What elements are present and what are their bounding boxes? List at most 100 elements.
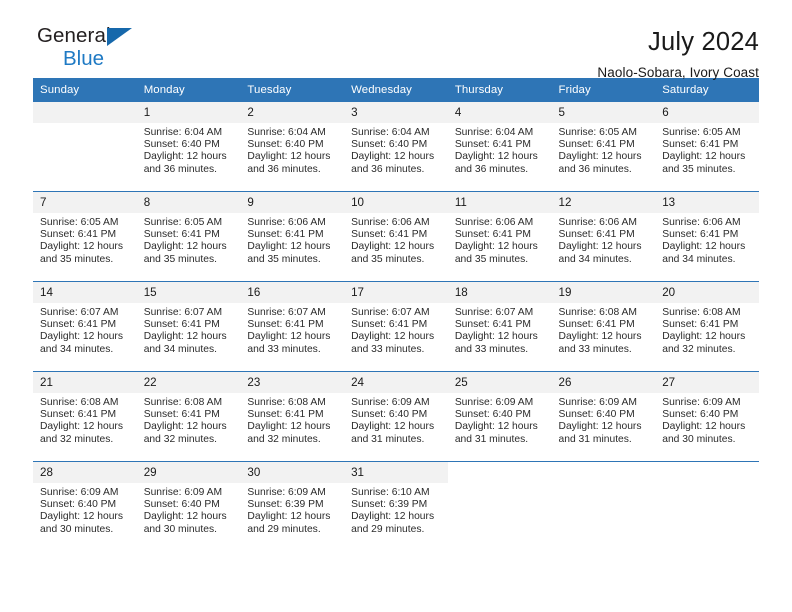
sunset-text: Sunset: 6:41 PM: [558, 319, 635, 331]
calendar-day-cell[interactable]: 10 Sunrise: 6:06 AM Sunset: 6:41 PM Dayligh…: [344, 191, 448, 282]
day-sun-info: Sunrise: 6:09 AM Sunset: 6:40 PM Daylight:…: [33, 483, 137, 536]
generalblue-logo[interactable]: General Blue: [33, 25, 183, 82]
daylight-text-line1: Daylight: 12 hours: [662, 331, 746, 343]
day-cell-content: 24 Sunrise: 6:09 AM Sunset: 6:40 PM Dayligh…: [344, 372, 448, 461]
sunrise-text: Sunrise: 6:09 AM: [662, 397, 741, 408]
sunrise-text: Sunrise: 6:05 AM: [40, 217, 119, 228]
daylight-text-line1: Daylight: 12 hours: [558, 331, 642, 343]
sunrise-text: Sunrise: 6:06 AM: [351, 217, 430, 228]
calendar-day-cell[interactable]: 17 Sunrise: 6:07 AM Sunset: 6:41 PM Dayligh…: [344, 281, 448, 372]
sunrise-text: Sunrise: 6:05 AM: [143, 217, 223, 228]
day-number: 30: [240, 462, 345, 483]
day-cell-content: [655, 462, 759, 551]
calendar-day-cell[interactable]: 1 Sunrise: 6:04 AM Sunset: 6:40 PM Daylight…: [136, 102, 241, 192]
calendar-day-cell[interactable]: 29 Sunrise: 6:09 AM Sunset: 6:40 PM Dayligh…: [136, 461, 241, 551]
sunrise-text: Sunrise: 6:08 AM: [558, 307, 637, 318]
daylight-text-line2: and 33 minutes.: [247, 343, 321, 355]
calendar-day-cell[interactable]: [447, 461, 552, 551]
calendar-day-cell[interactable]: 11 Sunrise: 6:06 AM Sunset: 6:41 PM Dayligh…: [447, 191, 552, 282]
calendar-day-cell[interactable]: 25 Sunrise: 6:09 AM Sunset: 6:40 PM Dayligh…: [447, 371, 552, 462]
day-sun-info: Sunrise: 6:05 AM Sunset: 6:41 PM Daylight:…: [552, 123, 656, 176]
daylight-text-line2: and 35 minutes.: [454, 253, 529, 265]
calendar-day-cell[interactable]: [551, 461, 656, 551]
daylight-text-line1: Daylight: 12 hours: [40, 331, 123, 343]
calendar-day-cell[interactable]: 18 Sunrise: 6:07 AM Sunset: 6:41 PM Dayligh…: [447, 281, 552, 372]
sunrise-text: Sunrise: 6:04 AM: [143, 127, 223, 138]
calendar-day-cell[interactable]: 16 Sunrise: 6:07 AM Sunset: 6:41 PM Dayligh…: [240, 281, 345, 372]
calendar-day-cell[interactable]: 22 Sunrise: 6:08 AM Sunset: 6:41 PM Dayligh…: [136, 371, 241, 462]
calendar-day-cell[interactable]: 5 Sunrise: 6:05 AM Sunset: 6:41 PM Daylight…: [551, 102, 656, 192]
calendar-day-cell[interactable]: 20 Sunrise: 6:08 AM Sunset: 6:41 PM Dayligh…: [655, 281, 759, 372]
daylight-text-line2: and 36 minutes.: [351, 163, 425, 175]
calendar-day-cell[interactable]: 9 Sunrise: 6:06 AM Sunset: 6:41 PM Daylight…: [240, 191, 345, 282]
calendar-day-cell[interactable]: [33, 102, 137, 192]
day-cell-content: 22 Sunrise: 6:08 AM Sunset: 6:41 PM Dayligh…: [136, 372, 241, 461]
daylight-text-line1: Daylight: 12 hours: [351, 511, 435, 523]
calendar-day-cell[interactable]: 3 Sunrise: 6:04 AM Sunset: 6:40 PM Daylight…: [344, 102, 448, 192]
day-cell-content: 26 Sunrise: 6:09 AM Sunset: 6:40 PM Dayligh…: [551, 372, 656, 461]
calendar-day-cell[interactable]: 24 Sunrise: 6:09 AM Sunset: 6:40 PM Dayligh…: [344, 371, 448, 462]
sunrise-text: Sunrise: 6:06 AM: [247, 217, 326, 228]
sunset-text: Sunset: 6:41 PM: [454, 229, 531, 241]
calendar-day-cell[interactable]: [655, 461, 759, 551]
calendar-day-cell[interactable]: 30 Sunrise: 6:09 AM Sunset: 6:39 PM Dayligh…: [240, 461, 345, 551]
sunrise-text: Sunrise: 6:07 AM: [143, 307, 223, 318]
sunrise-text: Sunrise: 6:10 AM: [351, 487, 430, 498]
calendar-day-cell[interactable]: 12 Sunrise: 6:06 AM Sunset: 6:41 PM Dayligh…: [551, 191, 656, 282]
calendar-day-cell[interactable]: 2 Sunrise: 6:04 AM Sunset: 6:40 PM Daylight…: [240, 102, 345, 192]
day-cell-content: 29 Sunrise: 6:09 AM Sunset: 6:40 PM Dayligh…: [136, 462, 241, 551]
calendar-day-cell[interactable]: 26 Sunrise: 6:09 AM Sunset: 6:40 PM Dayligh…: [551, 371, 656, 462]
day-sun-info: Sunrise: 6:04 AM Sunset: 6:41 PM Daylight:…: [448, 123, 552, 176]
day-cell-content: 25 Sunrise: 6:09 AM Sunset: 6:40 PM Dayligh…: [447, 372, 552, 461]
calendar-day-cell[interactable]: 8 Sunrise: 6:05 AM Sunset: 6:41 PM Daylight…: [136, 191, 241, 282]
calendar-day-cell[interactable]: 14 Sunrise: 6:07 AM Sunset: 6:41 PM Dayligh…: [33, 281, 137, 372]
day-sun-info: Sunrise: 6:08 AM Sunset: 6:41 PM Daylight:…: [240, 393, 344, 446]
calendar-day-cell[interactable]: 15 Sunrise: 6:07 AM Sunset: 6:41 PM Dayligh…: [136, 281, 241, 372]
calendar-day-cell[interactable]: 7 Sunrise: 6:05 AM Sunset: 6:41 PM Daylight…: [33, 191, 137, 282]
weekday-header-saturday: Saturday: [655, 78, 759, 102]
daylight-text-line1: Daylight: 12 hours: [40, 421, 123, 433]
calendar-day-cell[interactable]: 13 Sunrise: 6:06 AM Sunset: 6:41 PM Dayligh…: [655, 191, 759, 282]
day-cell-content: [448, 462, 552, 551]
day-number: 7: [33, 192, 137, 213]
day-number: 26: [551, 372, 656, 393]
day-cell-content: 20 Sunrise: 6:08 AM Sunset: 6:41 PM Dayligh…: [655, 282, 759, 371]
day-cell-content: 7 Sunrise: 6:05 AM Sunset: 6:41 PM Daylight…: [33, 192, 137, 281]
calendar-day-cell[interactable]: 6 Sunrise: 6:05 AM Sunset: 6:41 PM Daylight…: [655, 102, 759, 192]
sunset-text: Sunset: 6:41 PM: [558, 139, 635, 151]
day-number: 6: [655, 102, 759, 123]
sunset-text: Sunset: 6:41 PM: [143, 409, 220, 421]
daylight-text-line1: Daylight: 12 hours: [454, 151, 538, 163]
day-number: 25: [447, 372, 552, 393]
calendar-day-cell[interactable]: 27 Sunrise: 6:09 AM Sunset: 6:40 PM Dayligh…: [655, 371, 759, 462]
calendar-day-cell[interactable]: 31 Sunrise: 6:10 AM Sunset: 6:39 PM Dayligh…: [344, 461, 448, 551]
daylight-text-line2: and 34 minutes.: [143, 343, 217, 355]
sunrise-text: Sunrise: 6:08 AM: [662, 307, 741, 318]
calendar-day-cell[interactable]: 28 Sunrise: 6:09 AM Sunset: 6:40 PM Dayligh…: [33, 461, 137, 551]
day-cell-content: 12 Sunrise: 6:06 AM Sunset: 6:41 PM Dayligh…: [551, 192, 656, 281]
day-cell-content: 4 Sunrise: 6:04 AM Sunset: 6:41 PM Daylight…: [447, 102, 552, 191]
calendar-day-cell[interactable]: 21 Sunrise: 6:08 AM Sunset: 6:41 PM Dayligh…: [33, 371, 137, 462]
day-number: 4: [447, 102, 552, 123]
daylight-text-line1: Daylight: 12 hours: [143, 511, 227, 523]
sunset-text: Sunset: 6:41 PM: [40, 229, 117, 241]
daylight-text-line2: and 31 minutes.: [351, 433, 425, 445]
day-cell-content: 31 Sunrise: 6:10 AM Sunset: 6:39 PM Dayligh…: [344, 462, 448, 551]
sunset-text: Sunset: 6:41 PM: [247, 409, 324, 421]
calendar-day-cell[interactable]: 23 Sunrise: 6:08 AM Sunset: 6:41 PM Dayligh…: [240, 371, 345, 462]
day-number: 19: [551, 282, 656, 303]
day-cell-content: 2 Sunrise: 6:04 AM Sunset: 6:40 PM Daylight…: [240, 102, 345, 191]
sunset-text: Sunset: 6:41 PM: [351, 229, 428, 241]
calendar-day-cell[interactable]: 4 Sunrise: 6:04 AM Sunset: 6:41 PM Daylight…: [447, 102, 552, 192]
day-number: 21: [33, 372, 137, 393]
daylight-text-line1: Daylight: 12 hours: [662, 151, 746, 163]
daylight-text-line1: Daylight: 12 hours: [351, 421, 435, 433]
daylight-text-line1: Daylight: 12 hours: [247, 241, 331, 253]
sunset-text: Sunset: 6:40 PM: [143, 499, 220, 511]
calendar-day-cell[interactable]: 19 Sunrise: 6:08 AM Sunset: 6:41 PM Dayligh…: [551, 281, 656, 372]
sunrise-text: Sunrise: 6:07 AM: [247, 307, 326, 318]
calendar-table: Sunday Monday Tuesday Wednesday Thursday…: [33, 78, 759, 551]
daylight-text-line2: and 32 minutes.: [247, 433, 321, 445]
day-number: 5: [551, 102, 656, 123]
day-sun-info: Sunrise: 6:08 AM Sunset: 6:41 PM Daylight:…: [137, 393, 241, 446]
